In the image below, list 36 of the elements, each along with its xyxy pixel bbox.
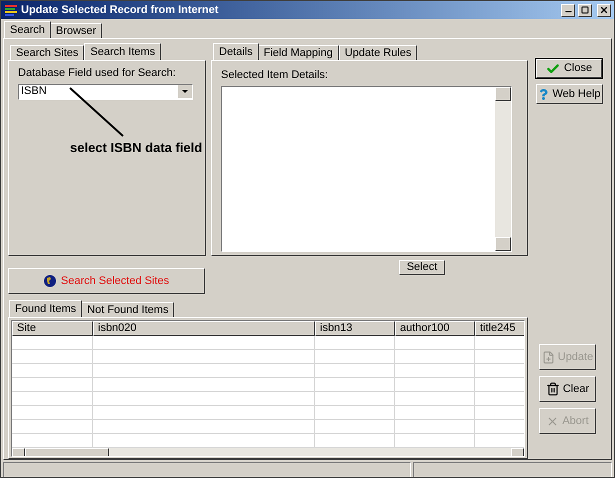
column-header[interactable]: isbn13: [315, 321, 395, 336]
document-icon: [542, 350, 555, 364]
x-icon: [546, 414, 560, 428]
question-mark-icon: [538, 88, 550, 100]
clear-button[interactable]: Clear: [539, 376, 596, 402]
tab[interactable]: Search: [4, 21, 51, 38]
window-title: Update Selected Record from Internet: [21, 2, 220, 18]
minimize-button[interactable]: [561, 4, 575, 16]
select-button[interactable]: Select: [399, 260, 445, 275]
app-icon: [4, 3, 18, 17]
maximize-icon: [581, 6, 589, 14]
column-header[interactable]: title245: [475, 321, 524, 336]
column-header[interactable]: Site: [12, 321, 93, 336]
tab[interactable]: Field Mapping: [258, 45, 339, 60]
search-field-dropdown[interactable]: ISBN: [18, 84, 193, 100]
details-label: Selected Item Details:: [221, 68, 329, 83]
field-label: Database Field used for Search:: [18, 66, 177, 81]
tab[interactable]: Search Items: [84, 43, 162, 60]
tab[interactable]: Found Items: [9, 300, 82, 317]
vertical-scrollbar[interactable]: [495, 86, 511, 250]
tab[interactable]: Details: [213, 43, 259, 60]
tab[interactable]: Browser: [50, 23, 102, 38]
annotation-text: select ISBN data field: [70, 139, 202, 157]
check-icon: [546, 62, 560, 76]
close-dialog-button[interactable]: Close: [536, 59, 602, 78]
trash-icon: [546, 382, 560, 396]
close-button[interactable]: [597, 4, 611, 16]
web-help-button[interactable]: Web Help: [536, 84, 603, 104]
tab[interactable]: Not Found Items: [81, 302, 174, 317]
maximize-button[interactable]: [578, 4, 592, 16]
close-icon: [599, 5, 609, 15]
tab[interactable]: Search Sites: [10, 45, 84, 60]
column-header[interactable]: isbn020: [93, 321, 315, 336]
column-header[interactable]: author100: [395, 321, 475, 336]
tab[interactable]: Update Rules: [338, 45, 418, 60]
globe-icon: [44, 275, 56, 287]
